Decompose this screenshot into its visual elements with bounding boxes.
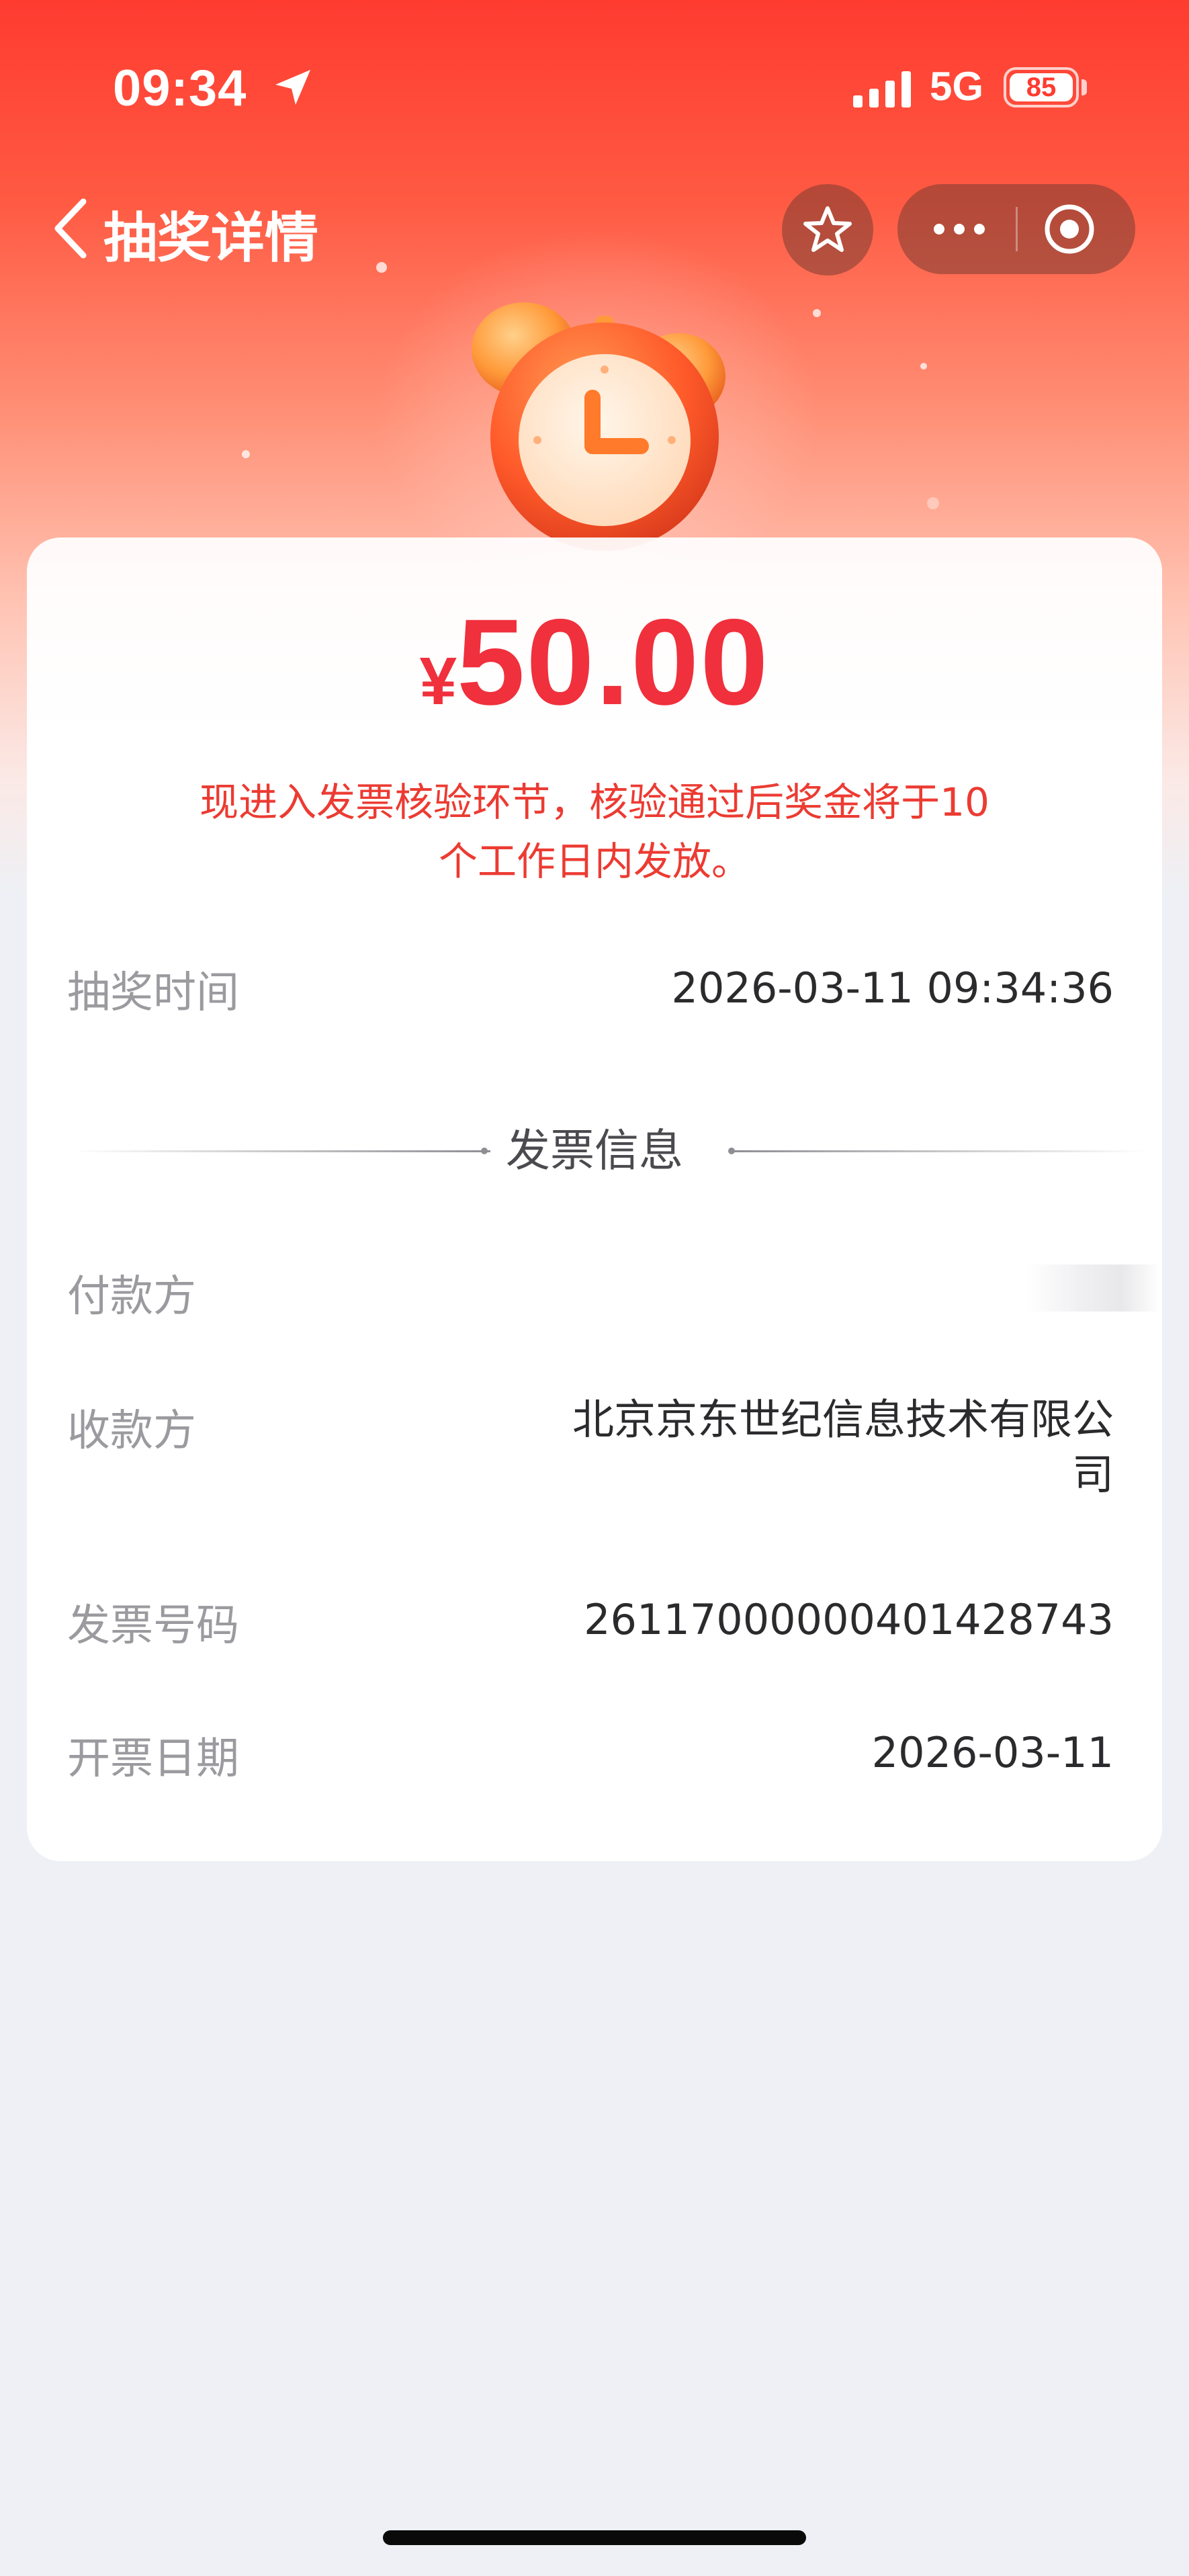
battery-level: 85 [1010, 73, 1073, 101]
prize-card: ¥50.00 现进入发票核验环节，核验通过后奖金将于10 个工作日内发放。 抽奖… [27, 538, 1162, 1861]
status-time: 09:34 [113, 60, 247, 117]
notice-line: 现进入发票核验环节，核验通过后奖金将于10 [200, 779, 989, 825]
payer-label: 付款方 [67, 1272, 196, 1322]
network-type: 5G [930, 64, 984, 109]
invoice-date-value: 2026-03-11 [871, 1728, 1114, 1777]
more-dots-icon[interactable] [923, 209, 996, 249]
currency-symbol: ¥ [419, 644, 457, 719]
target-circle-icon[interactable] [1043, 202, 1096, 256]
notice-line: 个工作日内发放。 [438, 839, 750, 884]
cellular-signal-icon [853, 71, 911, 108]
star-outline-icon [803, 206, 852, 252]
sparkle [813, 309, 821, 317]
sparkle [927, 497, 939, 509]
invoice-number-label: 发票号码 [67, 1601, 239, 1651]
sparkle [920, 363, 927, 370]
prize-amount: ¥50.00 [27, 591, 1162, 732]
payee-value: 北京京东世纪信息技术有限公 司 [572, 1392, 1114, 1502]
invoice-section-header: 发票信息 [27, 1121, 1162, 1181]
invoice-date-label: 开票日期 [67, 1734, 239, 1784]
payee-value-line: 司 [1071, 1450, 1114, 1499]
amount-value: 50.00 [457, 593, 770, 730]
payee-label: 收款方 [67, 1406, 196, 1456]
draw-time-value: 2026-03-11 09:34:36 [671, 963, 1114, 1013]
sparkle [242, 450, 250, 458]
page-title: 抽奖详情 [103, 207, 318, 269]
alarm-clock-icon [472, 302, 725, 551]
home-indicator[interactable] [383, 2530, 806, 2545]
battery-icon: 85 [1004, 67, 1079, 108]
capsule-divider [1016, 207, 1018, 251]
divider-line [731, 1150, 1147, 1152]
chevron-left-icon[interactable] [48, 196, 91, 261]
miniapp-capsule [897, 184, 1135, 274]
favorite-button[interactable] [782, 184, 873, 275]
location-arrow-icon [275, 70, 310, 105]
payer-value-redacted [1026, 1264, 1161, 1312]
payee-value-line: 北京京东世纪信息技术有限公 [572, 1395, 1114, 1444]
battery-cap [1082, 79, 1087, 95]
invoice-number-value: 26117000000401428743 [584, 1595, 1114, 1644]
draw-time-label: 抽奖时间 [67, 968, 239, 1018]
prize-notice: 现进入发票核验环节，核验通过后奖金将于10 个工作日内发放。 [128, 773, 1061, 891]
sparkle [376, 262, 387, 273]
